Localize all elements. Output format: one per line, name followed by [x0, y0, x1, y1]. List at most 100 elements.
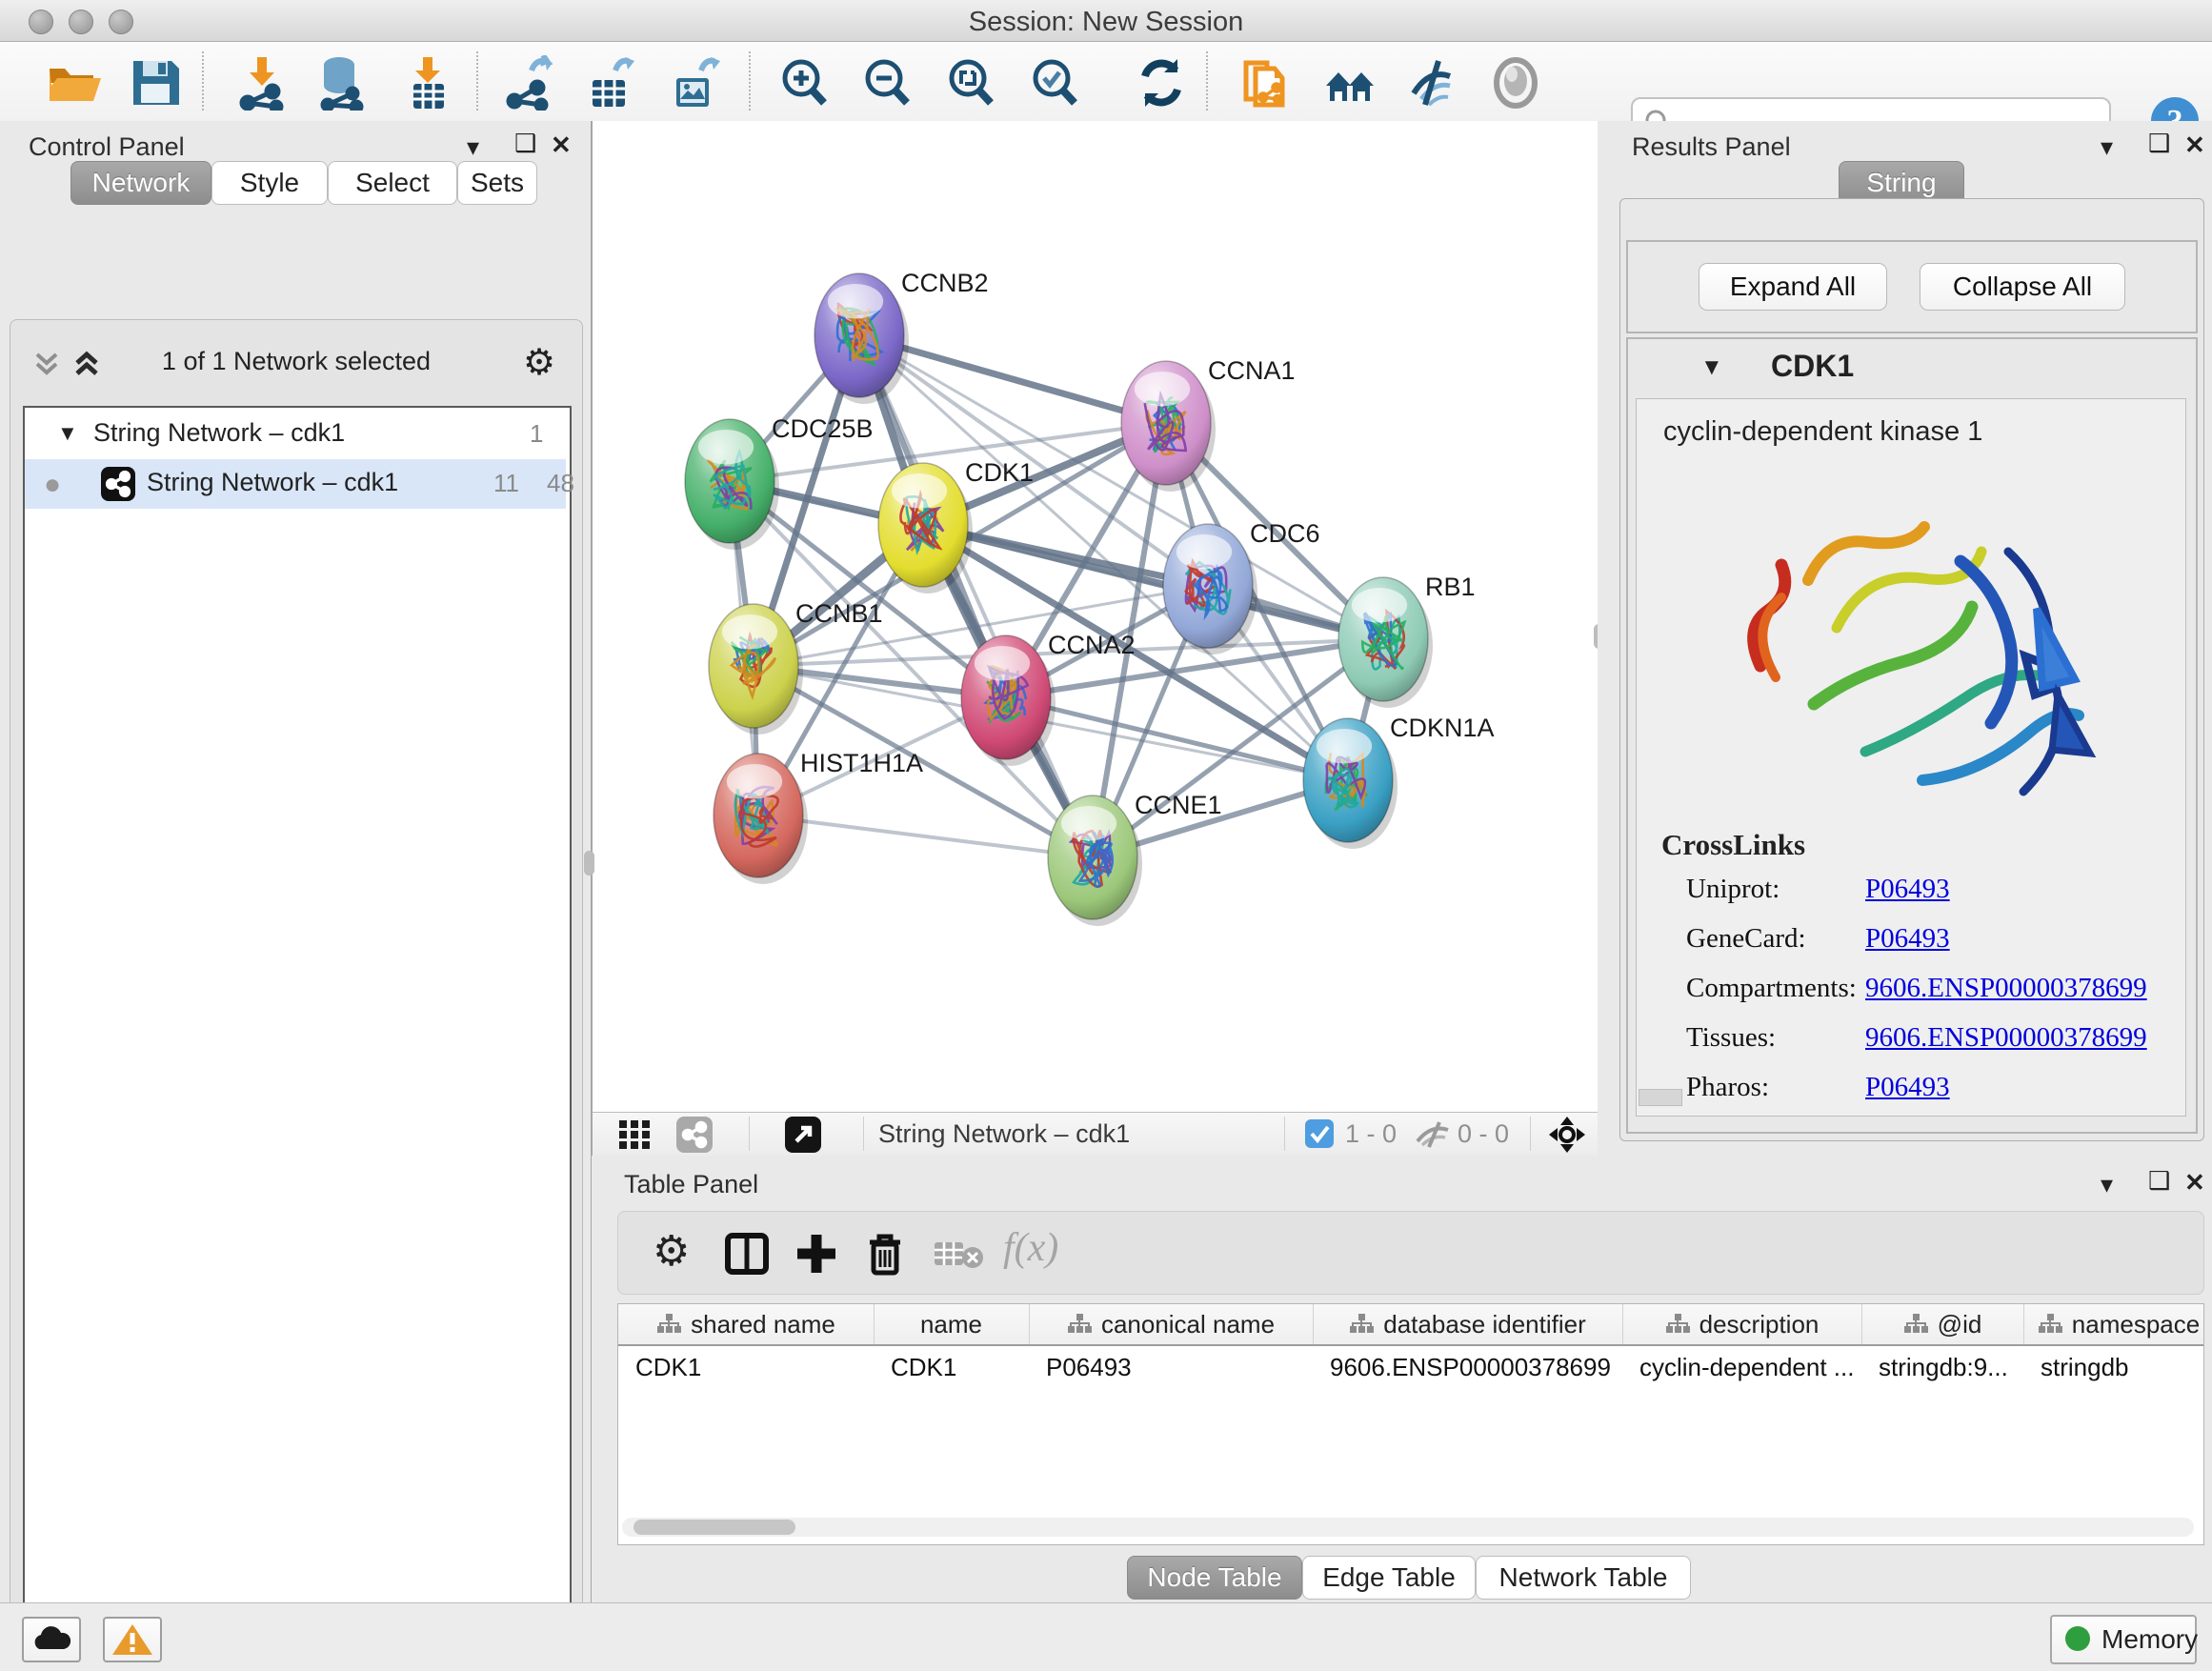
node-label-CCNA1: CCNA1 — [1208, 356, 1296, 385]
export-table-icon[interactable] — [583, 55, 638, 111]
network-row-selected[interactable]: ● String Network – cdk1 11 48 — [25, 459, 566, 509]
network-node-CDK1[interactable]: CDK1 — [878, 458, 1034, 594]
float-panel-icon[interactable]: ❑ — [2148, 129, 2170, 158]
network-node-CDKN1A[interactable]: CDKN1A — [1303, 714, 1495, 849]
import-table-file-icon[interactable] — [400, 55, 455, 111]
expander-triangle-icon[interactable]: ▼ — [57, 421, 78, 446]
cell-id[interactable]: stringdb:9... — [1861, 1348, 2023, 1386]
network-node-RB1[interactable]: RB1 — [1338, 573, 1476, 708]
network-node-CCNE1[interactable]: CCNE1 — [1048, 791, 1222, 926]
network-node-CDC6[interactable]: CDC6 — [1163, 519, 1320, 654]
memory-button[interactable]: Memory — [2050, 1615, 2197, 1664]
network-node-CCNB1[interactable]: CCNB1 — [709, 599, 883, 735]
network-collection-row[interactable]: ▼ String Network – cdk1 1 — [25, 410, 566, 459]
node-label-CDC25B: CDC25B — [772, 414, 874, 443]
cell-sharedname[interactable]: CDK1 — [618, 1348, 874, 1386]
tab-network-table[interactable]: Network Table — [1476, 1556, 1691, 1600]
column-header-canonicalname[interactable]: canonical name — [1029, 1304, 1314, 1344]
zoom-selected-icon[interactable] — [1027, 55, 1082, 111]
home-icon[interactable] — [1322, 55, 1377, 111]
automation-cloud-button[interactable] — [22, 1617, 81, 1662]
column-header-name[interactable]: name — [874, 1304, 1030, 1344]
network-node-CCNB2[interactable]: CCNB2 — [814, 269, 989, 404]
node-label-CDC6: CDC6 — [1250, 519, 1320, 548]
tab-select[interactable]: Select — [328, 161, 457, 205]
cell-namespace[interactable]: stringdb — [2023, 1348, 2204, 1386]
collapse-all-button[interactable]: Collapse All — [1920, 263, 2125, 311]
import-network-file-icon[interactable] — [234, 55, 290, 111]
export-network-icon[interactable] — [503, 55, 558, 111]
cell-name[interactable]: CDK1 — [874, 1348, 1029, 1386]
function-builder-icon[interactable]: f(x) — [1003, 1225, 1058, 1271]
add-column-icon[interactable] — [795, 1233, 837, 1275]
close-panel-icon[interactable]: ✕ — [551, 131, 572, 160]
delete-table-icon[interactable] — [933, 1238, 986, 1271]
selected-checkbox-icon[interactable] — [1305, 1119, 1334, 1148]
crosslink-value-link[interactable]: P06493 — [1865, 1072, 1950, 1103]
hide-selected-eye-icon[interactable] — [1404, 55, 1459, 111]
network-options-gear-icon[interactable]: ⚙ — [523, 341, 555, 384]
column-header-databaseidentifier[interactable]: database identifier — [1313, 1304, 1623, 1344]
network-edge[interactable] — [758, 815, 1093, 857]
cell-canonicalname[interactable]: P06493 — [1029, 1348, 1313, 1386]
tab-edge-table[interactable]: Edge Table — [1302, 1556, 1476, 1600]
zoom-out-icon[interactable] — [859, 55, 915, 111]
save-session-icon[interactable] — [128, 55, 183, 111]
network-node-HIST1H1A[interactable]: HIST1H1A — [714, 749, 923, 884]
collapse-panel-icon[interactable]: ▾ — [2101, 1170, 2113, 1199]
crosslink-value-link[interactable]: P06493 — [1865, 874, 1950, 905]
network-node-CCNA1[interactable]: CCNA1 — [1121, 356, 1296, 492]
column-header-id[interactable]: @id — [1861, 1304, 2024, 1344]
zoom-in-icon[interactable] — [776, 55, 832, 111]
show-columns-icon[interactable] — [725, 1233, 769, 1275]
import-network-database-icon[interactable] — [314, 55, 370, 111]
detach-view-icon[interactable] — [785, 1117, 821, 1153]
delete-column-icon[interactable] — [864, 1231, 906, 1277]
crosslink-value-link[interactable]: 9606.ENSP00000378699 — [1865, 1022, 2147, 1054]
horizontal-scrollbar[interactable] — [1639, 1089, 1682, 1106]
node-label-CCNB2: CCNB2 — [901, 269, 989, 297]
network-edge[interactable] — [859, 335, 1093, 857]
crosslink-value-link[interactable]: 9606.ENSP00000378699 — [1865, 973, 2147, 1004]
string-view-icon[interactable] — [676, 1117, 713, 1153]
table-horizontal-scrollbar[interactable] — [622, 1518, 2194, 1537]
crosslink-value-link[interactable]: P06493 — [1865, 923, 1950, 955]
collapse-panel-icon[interactable]: ▾ — [2101, 132, 2113, 162]
network-node-CDC25B[interactable]: CDC25B — [685, 414, 874, 550]
cell-databaseidentifier[interactable]: 9606.ENSP00000378699 — [1313, 1348, 1622, 1386]
open-session-icon[interactable] — [46, 55, 101, 111]
toolbar-separator — [476, 51, 478, 111]
refresh-view-icon[interactable] — [1134, 55, 1189, 111]
fit-content-icon[interactable] — [943, 55, 998, 111]
network-graph[interactable]: CCNB2CCNA1CDC25BCDK1CDC6RB1CCNB1CCNA2CDK… — [593, 121, 1598, 1112]
crosslink-label: GeneCard: — [1686, 923, 1806, 955]
collapse-panel-icon[interactable]: ▾ — [467, 132, 479, 162]
protein-expander-triangle-icon[interactable]: ▼ — [1700, 354, 1723, 381]
cell-description[interactable]: cyclin-dependent ... — [1622, 1348, 1861, 1386]
warnings-button[interactable] — [103, 1617, 162, 1662]
column-header-description[interactable]: description — [1622, 1304, 1862, 1344]
application-window: Session: New Session — [0, 0, 2212, 1671]
grid-view-icon[interactable] — [617, 1118, 657, 1151]
clone-network-icon[interactable] — [1238, 55, 1294, 111]
float-panel-icon[interactable]: ❑ — [514, 129, 536, 158]
scrollbar-thumb[interactable] — [633, 1520, 795, 1535]
tab-network[interactable]: Network — [70, 161, 211, 205]
footer-separator — [863, 1117, 864, 1151]
left-splitter-handle[interactable] — [584, 851, 594, 876]
expand-all-button[interactable]: Expand All — [1699, 263, 1887, 311]
export-image-icon[interactable] — [667, 55, 722, 111]
close-panel-icon[interactable]: ✕ — [2184, 131, 2205, 160]
birds-eye-view-icon[interactable] — [1547, 1115, 1587, 1155]
tab-node-table[interactable]: Node Table — [1127, 1556, 1302, 1600]
table-options-gear-icon[interactable]: ⚙ — [653, 1227, 690, 1276]
close-panel-icon[interactable]: ✕ — [2184, 1168, 2205, 1198]
hidden-eye-icon[interactable] — [1414, 1120, 1452, 1149]
column-header-namespace[interactable]: namespace — [2023, 1304, 2204, 1344]
tab-style[interactable]: Style — [211, 161, 328, 205]
graphics-detail-icon[interactable] — [1488, 55, 1543, 111]
column-header-sharedname[interactable]: shared name — [618, 1304, 875, 1344]
tab-sets[interactable]: Sets — [457, 161, 537, 205]
float-panel-icon[interactable]: ❑ — [2148, 1166, 2170, 1196]
network-canvas[interactable]: CCNB2CCNA1CDC25BCDK1CDC6RB1CCNB1CCNA2CDK… — [592, 121, 1599, 1112]
